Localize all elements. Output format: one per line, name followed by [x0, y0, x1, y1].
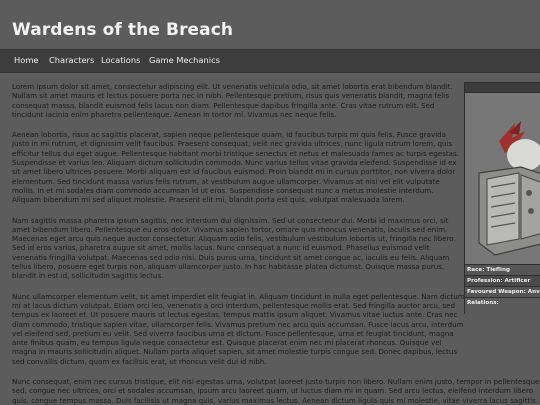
nav-home[interactable]: Home [14, 55, 39, 65]
paragraph: Nunc consequat, enim nec cursus tristiqu… [12, 377, 540, 405]
paragraph: Nunc ullamcorper elementum velit, sit am… [12, 291, 465, 366]
site-title[interactable]: Wardens of the Breach [12, 20, 233, 40]
paragraph: Aenean lobortis, risus ac sagittis place… [12, 130, 459, 205]
paragraph: Nam sagittis massa pharetra ipsum sagitt… [12, 215, 456, 281]
page: Wardens of the Breach Home Characters Lo… [0, 0, 540, 405]
info-row-weapon: Favoured Weapon: Anvil [465, 286, 540, 297]
main-nav: Home Characters Locations Game Mechanics [0, 49, 540, 73]
info-row-relations: Relations: [465, 297, 540, 320]
portrait-art [465, 93, 540, 269]
nav-characters[interactable]: Characters [49, 55, 94, 65]
character-infobox: Race: Tiefling Profession: Artificer Fav… [464, 82, 540, 320]
article-body: Lorem ipsum dolor sit amet, consectetur … [12, 82, 540, 405]
infobox-rows: Race: Tiefling Profession: Artificer Fav… [465, 264, 540, 320]
nav-locations[interactable]: Locations [101, 55, 140, 65]
info-row-profession: Profession: Artificer [465, 275, 540, 286]
infobox-titlebar [465, 83, 540, 93]
character-portrait [465, 93, 540, 269]
info-row-race: Race: Tiefling [465, 264, 540, 275]
nav-game-mechanics[interactable]: Game Mechanics [149, 55, 220, 65]
paragraph: Lorem ipsum dolor sit amet, consectetur … [12, 82, 453, 119]
site-header: Wardens of the Breach [0, 0, 540, 48]
